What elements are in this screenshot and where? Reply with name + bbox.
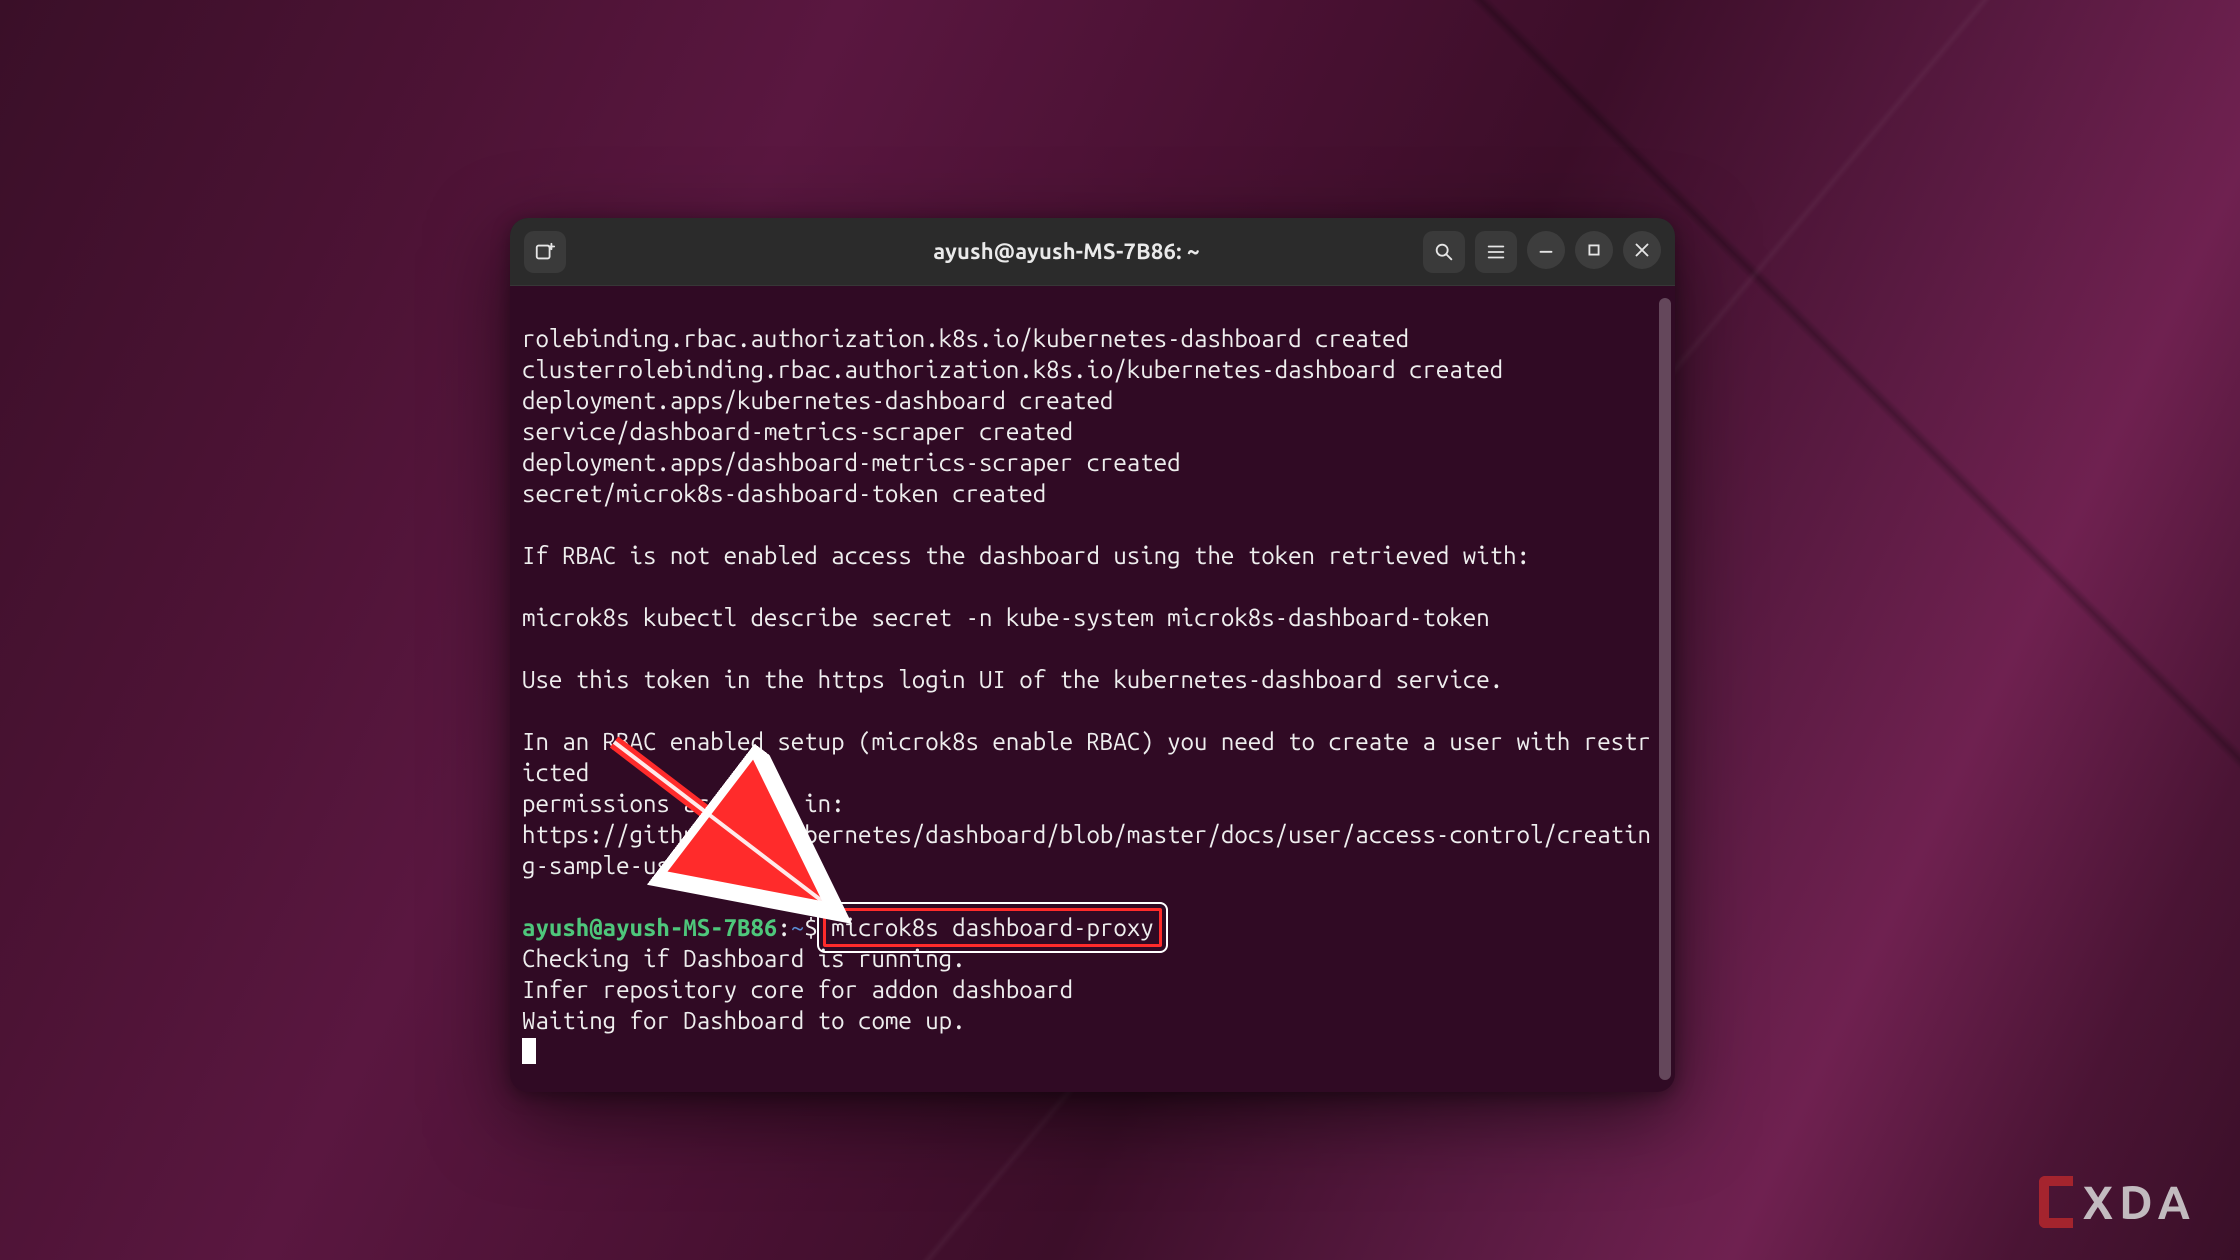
terminal-line: Infer repository core for addon dashboar… bbox=[522, 976, 1073, 1003]
xda-bracket-icon bbox=[2039, 1176, 2073, 1228]
search-icon bbox=[1433, 241, 1455, 263]
new-tab-icon bbox=[534, 241, 556, 263]
terminal-line: In an RBAC enabled setup (microk8s enabl… bbox=[522, 728, 1651, 786]
terminal-body[interactable]: rolebinding.rbac.authorization.k8s.io/ku… bbox=[510, 286, 1675, 1092]
close-icon bbox=[1631, 239, 1653, 261]
hamburger-icon bbox=[1485, 241, 1507, 263]
new-tab-button[interactable] bbox=[524, 231, 566, 273]
terminal-line: Waiting for Dashboard to come up. bbox=[522, 1007, 966, 1034]
terminal-line: If RBAC is not enabled access the dashbo… bbox=[522, 542, 1530, 569]
xda-text: XDA bbox=[2083, 1176, 2196, 1228]
terminal-line: permissions as shown in: bbox=[522, 790, 845, 817]
terminal-line: rolebinding.rbac.authorization.k8s.io/ku… bbox=[522, 325, 1409, 352]
terminal-cursor bbox=[522, 1038, 536, 1064]
terminal-line: Checking if Dashboard is running. bbox=[522, 945, 966, 972]
typed-command: microk8s dashboard-proxy bbox=[831, 914, 1154, 941]
prompt-sep: : bbox=[777, 914, 790, 941]
terminal-line: https://github.com/kubernetes/dashboard/… bbox=[522, 821, 1651, 879]
minimize-button[interactable] bbox=[1527, 231, 1565, 269]
terminal-window: ayush@ayush-MS-7B86: ~ bbox=[510, 218, 1675, 1092]
prompt-symbol: $ bbox=[804, 914, 817, 941]
prompt-path: ~ bbox=[791, 914, 804, 941]
maximize-button[interactable] bbox=[1575, 231, 1613, 269]
terminal-line: secret/microk8s-dashboard-token created bbox=[522, 480, 1046, 507]
window-titlebar: ayush@ayush-MS-7B86: ~ bbox=[510, 218, 1675, 286]
minimize-icon bbox=[1535, 239, 1557, 261]
search-button[interactable] bbox=[1423, 231, 1465, 273]
terminal-scrollbar[interactable] bbox=[1659, 298, 1671, 1080]
maximize-icon bbox=[1583, 239, 1605, 261]
prompt-user-host: ayush@ayush-MS-7B86 bbox=[522, 914, 777, 941]
terminal-line: clusterrolebinding.rbac.authorization.k8… bbox=[522, 356, 1503, 383]
terminal-line: deployment.apps/kubernetes-dashboard cre… bbox=[522, 387, 1113, 414]
terminal-line: service/dashboard-metrics-scraper create… bbox=[522, 418, 1073, 445]
terminal-line: microk8s kubectl describe secret -n kube… bbox=[522, 604, 1490, 631]
window-title: ayush@ayush-MS-7B86: ~ bbox=[722, 239, 1411, 264]
terminal-line: Use this token in the https login UI of … bbox=[522, 666, 1503, 693]
close-button[interactable] bbox=[1623, 231, 1661, 269]
menu-button[interactable] bbox=[1475, 231, 1517, 273]
terminal-line: deployment.apps/dashboard-metrics-scrape… bbox=[522, 449, 1181, 476]
xda-watermark: XDA bbox=[2039, 1176, 2196, 1228]
